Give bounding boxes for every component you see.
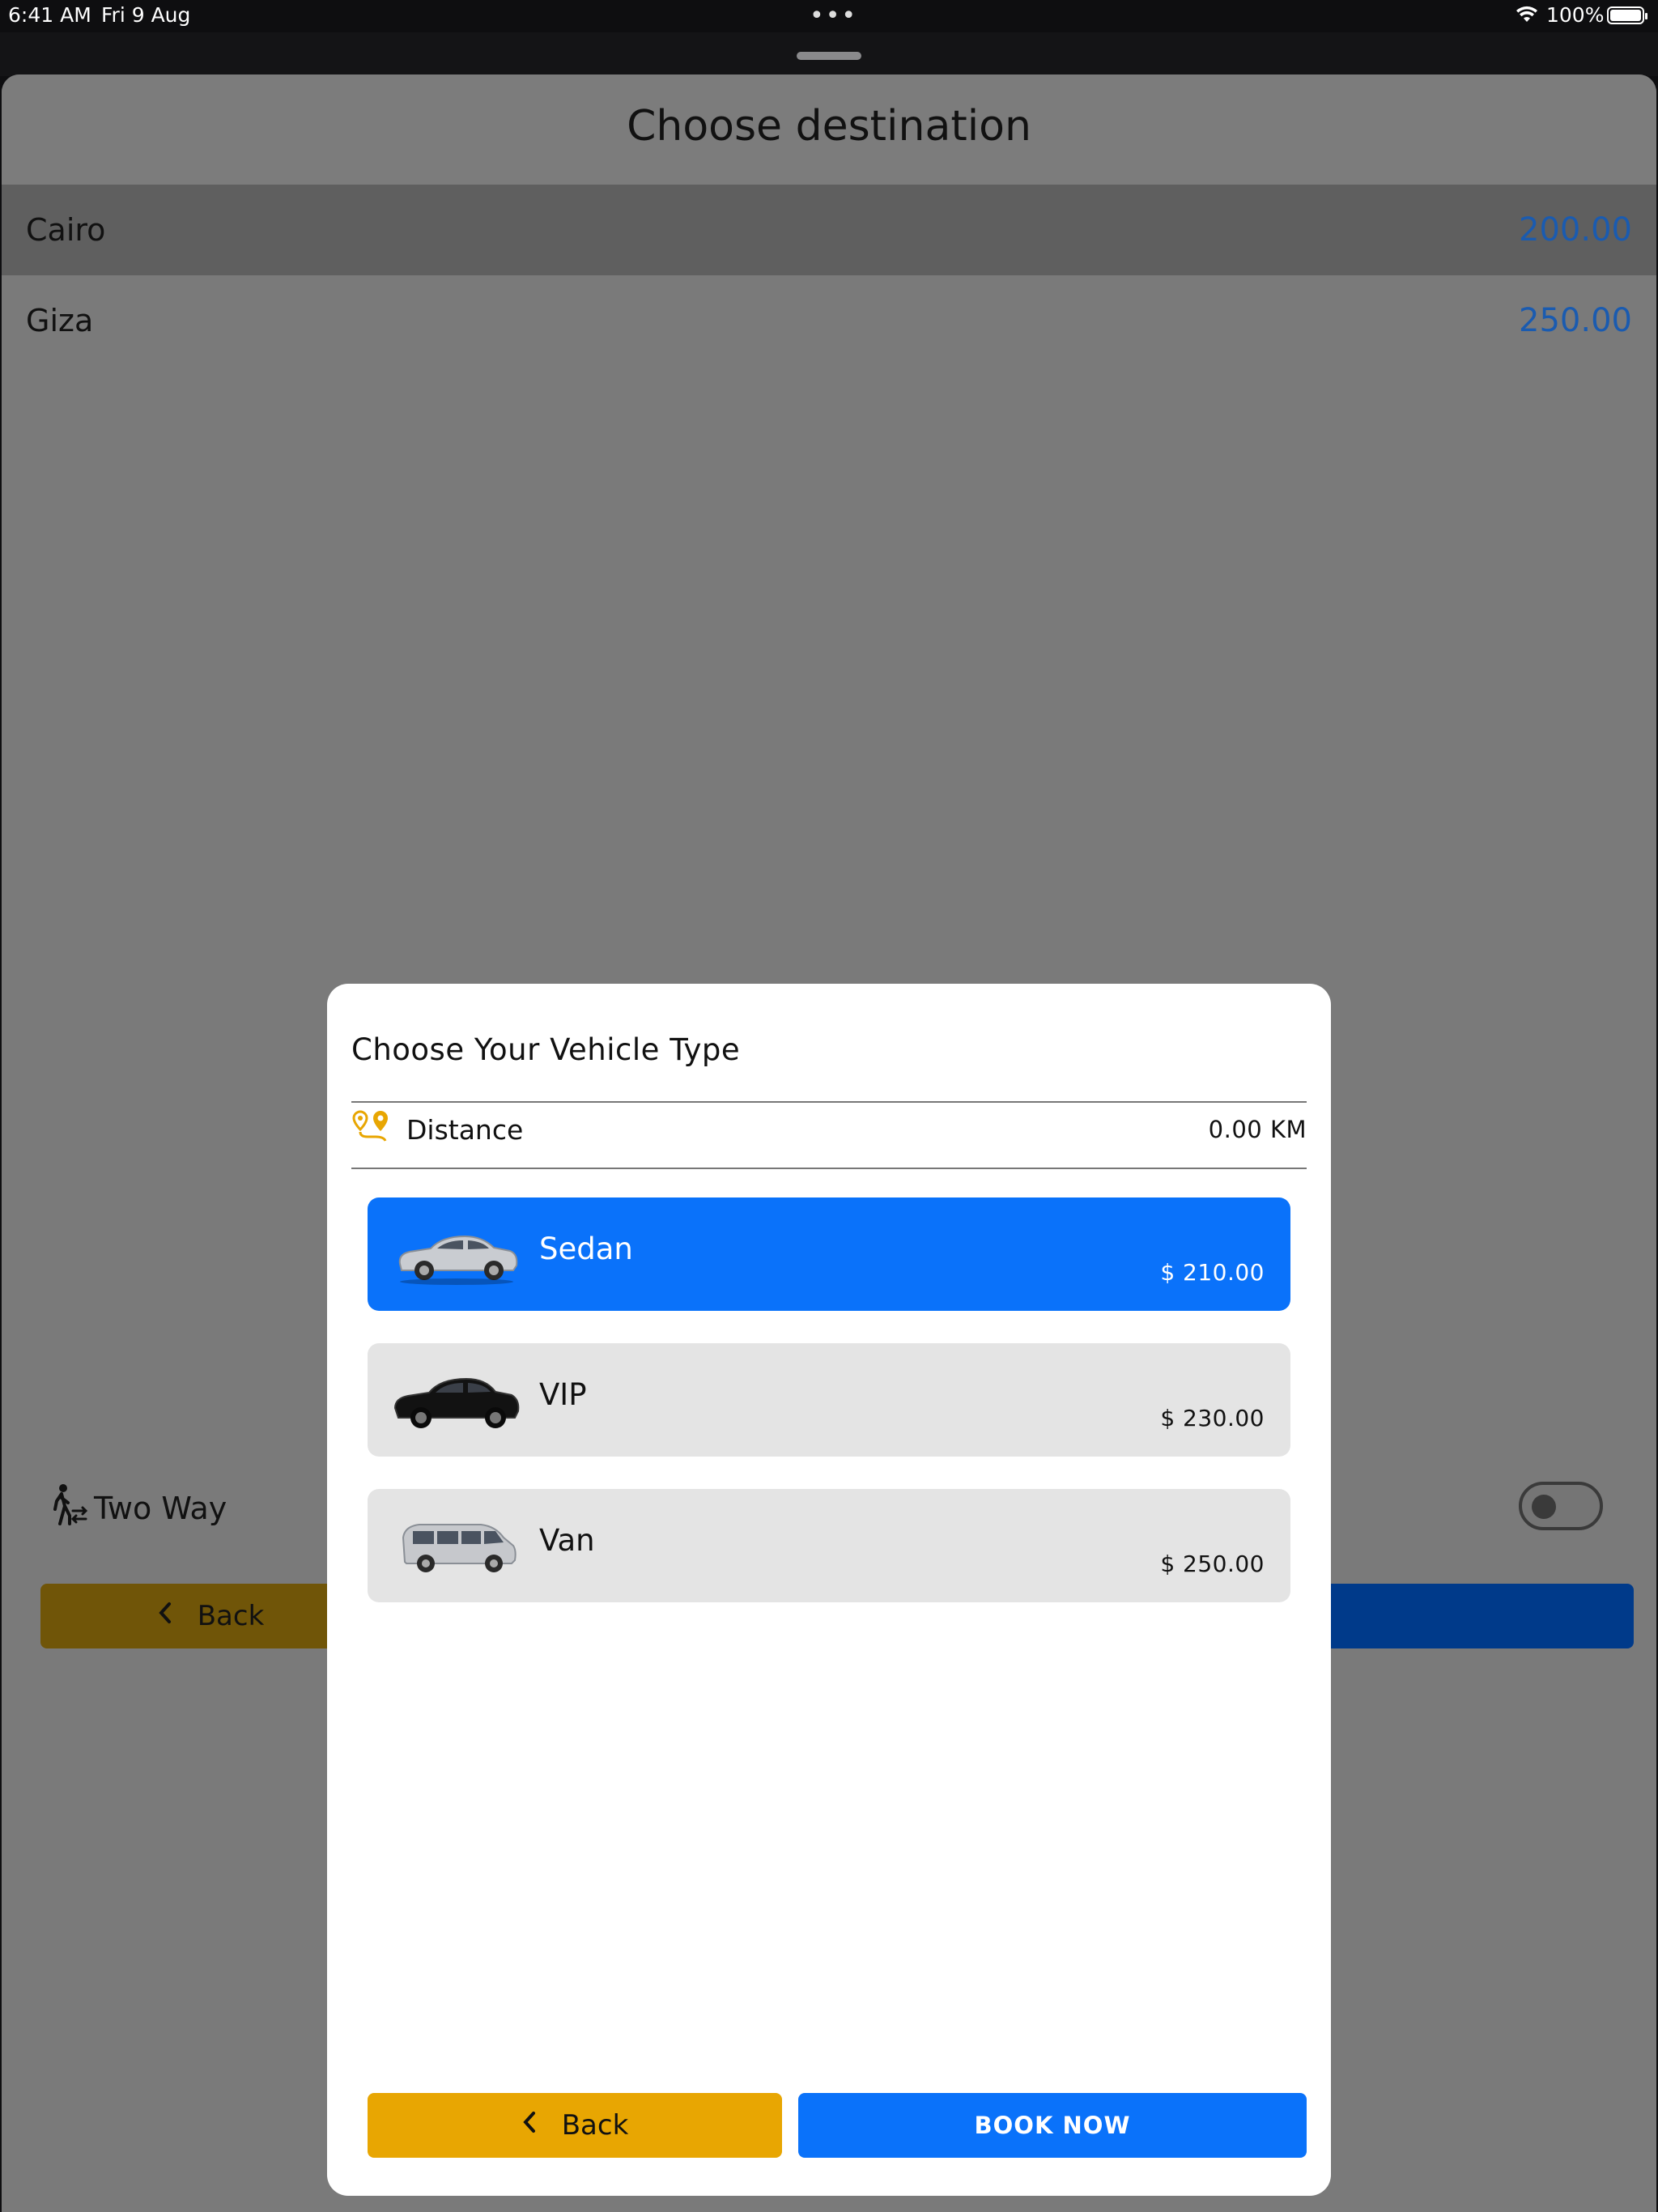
van-image <box>392 1513 521 1578</box>
destination-name: Cairo <box>26 212 106 248</box>
status-date: Fri 9 Aug <box>101 3 191 27</box>
destination-row-cairo[interactable]: Cairo 200.00 <box>2 185 1656 275</box>
status-time: 6:41 AM <box>8 3 91 27</box>
route-pin-icon <box>351 1110 392 1149</box>
vehicle-name: VIP <box>539 1377 587 1412</box>
sheet-grabber[interactable] <box>797 52 861 60</box>
chevron-left-icon <box>521 2109 538 2142</box>
chevron-left-icon <box>157 1600 173 1632</box>
destination-row-giza[interactable]: Giza 250.00 <box>2 275 1656 366</box>
vehicle-price: $ 210.00 <box>1160 1259 1265 1286</box>
destination-name: Giza <box>26 303 94 338</box>
two-way-label: Two Way <box>94 1490 227 1526</box>
vehicle-name: Sedan <box>539 1231 633 1266</box>
status-bar: 6:41 AM Fri 9 Aug ••• 100% <box>0 0 1658 32</box>
distance-value: 0.00 KM <box>1208 1116 1307 1143</box>
destination-price: 200.00 <box>1519 211 1632 249</box>
page-title: Choose destination <box>627 102 1031 151</box>
vehicle-price: $ 230.00 <box>1160 1405 1265 1431</box>
book-now-label: BOOK NOW <box>974 2112 1131 2139</box>
vehicle-price: $ 250.00 <box>1160 1551 1265 1577</box>
book-now-button[interactable]: BOOK NOW <box>798 2093 1307 2158</box>
background-book-button <box>1313 1584 1634 1648</box>
vehicle-name: Van <box>539 1523 595 1558</box>
vehicle-type-dialog: Choose Your Vehicle Type Distance 0.00 K… <box>327 984 1331 2196</box>
background-back-label: Back <box>197 1600 265 1632</box>
vehicle-option-sedan[interactable]: Sedan $ 210.00 <box>368 1197 1290 1311</box>
sheet-header: Choose destination <box>2 74 1656 185</box>
distance-label: Distance <box>406 1113 524 1146</box>
vip-car-image <box>392 1368 521 1432</box>
back-button[interactable]: Back <box>368 2093 782 2158</box>
wifi-icon <box>1516 5 1538 28</box>
distance-row: Distance 0.00 KM <box>351 1103 1307 1156</box>
divider <box>351 1168 1307 1169</box>
back-button-label: Back <box>561 2109 629 2142</box>
two-way-toggle[interactable] <box>1519 1482 1603 1530</box>
sedan-car-image <box>392 1222 521 1287</box>
battery-icon <box>1607 6 1647 24</box>
battery-percent: 100% <box>1546 3 1605 27</box>
vehicle-option-vip[interactable]: VIP $ 230.00 <box>368 1343 1290 1457</box>
ellipsis-icon[interactable]: ••• <box>810 2 857 30</box>
walking-person-swap-icon <box>50 1483 89 1533</box>
two-way-option: Two Way <box>50 1483 227 1533</box>
destination-price: 250.00 <box>1519 302 1632 339</box>
vehicle-option-van[interactable]: Van $ 250.00 <box>368 1489 1290 1602</box>
dialog-title: Choose Your Vehicle Type <box>351 1032 741 1067</box>
